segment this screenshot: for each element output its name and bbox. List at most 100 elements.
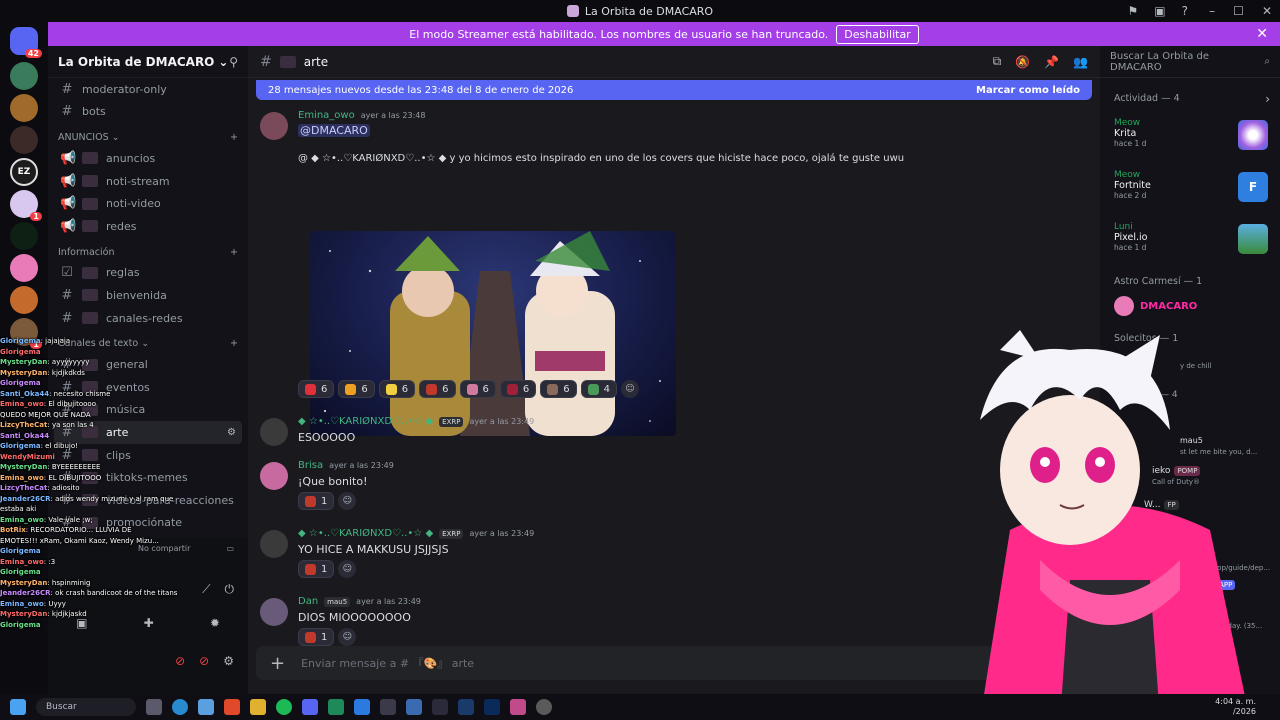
message-composer[interactable]: + Enviar mensaje a # 『🎨』 arte xyxy=(256,646,1092,680)
minimize-button[interactable]: – xyxy=(1209,4,1215,18)
members-icon[interactable]: 👥 xyxy=(1073,55,1088,69)
composer-placeholder[interactable]: Enviar mensaje a # 『🎨』 arte xyxy=(301,655,474,671)
app-icon[interactable] xyxy=(510,699,526,715)
edge-icon[interactable] xyxy=(172,699,188,715)
gear-icon[interactable]: ⚙ xyxy=(227,427,236,438)
reaction[interactable]: 6 xyxy=(419,380,456,398)
home-button[interactable]: 42 xyxy=(10,27,42,58)
mark-read-button[interactable]: Marcar como leído xyxy=(976,85,1080,96)
start-icon[interactable] xyxy=(10,699,26,715)
inbox-icon[interactable]: ⚑ xyxy=(1128,4,1139,18)
category-anuncios[interactable]: ANUNCIOS ⌄ + xyxy=(48,123,248,147)
app-icon[interactable] xyxy=(328,699,344,715)
category-info[interactable]: Información + xyxy=(48,238,248,262)
author-name[interactable]: Emina_owo xyxy=(298,110,355,121)
discord-icon[interactable] xyxy=(302,699,318,715)
channel-item[interactable]: # bots xyxy=(48,101,248,124)
reaction[interactable]: 6 xyxy=(499,380,537,398)
server-item[interactable] xyxy=(10,254,38,282)
avatar[interactable] xyxy=(260,418,288,446)
add-member-icon[interactable]: ⚲ xyxy=(229,55,238,69)
obs-icon[interactable] xyxy=(536,699,552,715)
channel-item[interactable]: ☑ reglas xyxy=(48,262,248,285)
channel-item[interactable]: # videos-para-reacciones xyxy=(48,489,248,512)
artwork-image[interactable] xyxy=(310,231,676,436)
folder-icon[interactable] xyxy=(250,699,266,715)
member-item[interactable]: ieko POMP xyxy=(1152,466,1201,476)
add-reaction-icon[interactable]: ☺ xyxy=(338,492,357,510)
server-item[interactable]: 1 xyxy=(10,318,42,349)
member-item[interactable]: obot APP xyxy=(1160,552,1204,562)
taskview-icon[interactable] xyxy=(146,699,162,715)
spotify-icon[interactable] xyxy=(276,699,292,715)
app-icon[interactable] xyxy=(380,699,396,715)
close-button[interactable]: ✕ xyxy=(1262,4,1272,18)
copilot-icon[interactable] xyxy=(198,699,214,715)
member-item[interactable]: APP xyxy=(1190,610,1210,620)
channel-item[interactable]: 📢 anuncios xyxy=(48,147,248,170)
reaction[interactable]: 6 xyxy=(298,380,335,398)
activity-item[interactable]: Luni Pixel.io hace 1 d xyxy=(1114,222,1274,258)
taskbar-search[interactable]: Buscar xyxy=(36,698,136,716)
server-item[interactable] xyxy=(10,286,38,314)
maximize-button[interactable]: ☐ xyxy=(1233,4,1244,18)
server-item[interactable]: 1 xyxy=(10,190,42,221)
settings-icon[interactable]: ⚙ xyxy=(223,654,234,668)
disable-streamer-button[interactable]: Deshabilitar xyxy=(836,24,919,44)
member-item[interactable]: DMACARO xyxy=(1114,296,1197,316)
new-messages-bar[interactable]: 28 mensajes nuevos desde las 23:48 del 8… xyxy=(256,80,1092,100)
author-name[interactable]: ◆ ☆•..♡KARIØNXD♡..•☆ ◆ xyxy=(298,528,433,539)
channel-item[interactable]: 📢 redes xyxy=(48,215,248,238)
reaction[interactable]: 1 xyxy=(298,628,335,646)
close-icon[interactable]: ✕ xyxy=(1256,26,1268,42)
threads-icon[interactable]: ⧉ xyxy=(993,54,1002,69)
channel-item[interactable]: # promociónate xyxy=(48,512,248,535)
channel-item[interactable]: 📢 noti-stream xyxy=(48,170,248,193)
photoshop-icon[interactable] xyxy=(484,699,500,715)
attach-plus-icon[interactable]: + xyxy=(270,653,285,674)
add-reaction-icon[interactable]: ☺ xyxy=(338,628,357,646)
notification-icon[interactable]: 🔕 xyxy=(1015,55,1030,69)
deafen-icon[interactable]: ⊘ xyxy=(199,654,209,668)
search-placeholder[interactable]: Buscar La Orbita de DMACARO xyxy=(1110,51,1258,73)
member-item[interactable]: W... FP xyxy=(1144,500,1179,510)
member-item[interactable]: ie Music (2) APP xyxy=(1160,580,1236,590)
server-header[interactable]: La Orbita de DMACARO ⌄ ⚲ xyxy=(48,46,248,78)
disconnect-icon[interactable]: ⏻ xyxy=(225,582,235,597)
plus-icon[interactable]: + xyxy=(230,247,238,258)
member-item[interactable]: APP xyxy=(1194,640,1214,650)
channel-item[interactable]: # tiktoks-memes xyxy=(48,466,248,489)
pin-icon[interactable]: 📌 xyxy=(1044,55,1059,69)
activity-item[interactable]: Meow Krita hace 1 d xyxy=(1114,118,1274,154)
reaction[interactable]: 1 xyxy=(298,492,335,510)
screen-share-icon[interactable]: ▭ xyxy=(226,544,234,553)
channel-item[interactable]: # música xyxy=(48,399,248,422)
mute-icon[interactable]: ⊘ xyxy=(175,654,185,668)
search-box[interactable]: Buscar La Orbita de DMACARO ⌕ xyxy=(1100,46,1280,78)
steam-icon[interactable] xyxy=(458,699,474,715)
screen-icon[interactable]: ▣ xyxy=(1154,4,1165,18)
category-texto[interactable]: Canales de texto ⌄ + xyxy=(48,329,248,353)
server-item[interactable] xyxy=(10,62,38,90)
channel-item[interactable]: # moderator-only xyxy=(48,78,248,101)
chevron-right-icon[interactable]: › xyxy=(1265,92,1270,106)
channel-item[interactable]: # bienvenida xyxy=(48,284,248,307)
reaction[interactable]: 4 xyxy=(580,380,617,398)
reaction[interactable]: 6 xyxy=(378,380,416,398)
reaction[interactable]: 6 xyxy=(459,380,496,398)
soundboard-icon[interactable]: ✹ xyxy=(210,616,220,630)
avatar[interactable] xyxy=(260,598,288,626)
member-name[interactable]: mau5 xyxy=(1180,436,1203,445)
reaction[interactable]: 1 xyxy=(298,560,335,578)
channel-item-active[interactable]: # arte ⚙ xyxy=(54,421,242,444)
app-icon[interactable] xyxy=(354,699,370,715)
plus-icon[interactable]: + xyxy=(230,132,238,143)
camera-icon[interactable]: ▣ xyxy=(76,616,87,630)
channel-item[interactable]: 📢 noti-video xyxy=(48,192,248,215)
activity-item[interactable]: Meow Fortnite hace 2 d F xyxy=(1114,170,1274,206)
author-name[interactable]: Dan xyxy=(298,596,318,607)
server-item[interactable] xyxy=(10,94,38,122)
search-icon[interactable]: ⌕ xyxy=(1264,56,1270,67)
reaction[interactable]: 6 xyxy=(338,380,375,398)
server-item[interactable] xyxy=(10,222,38,250)
